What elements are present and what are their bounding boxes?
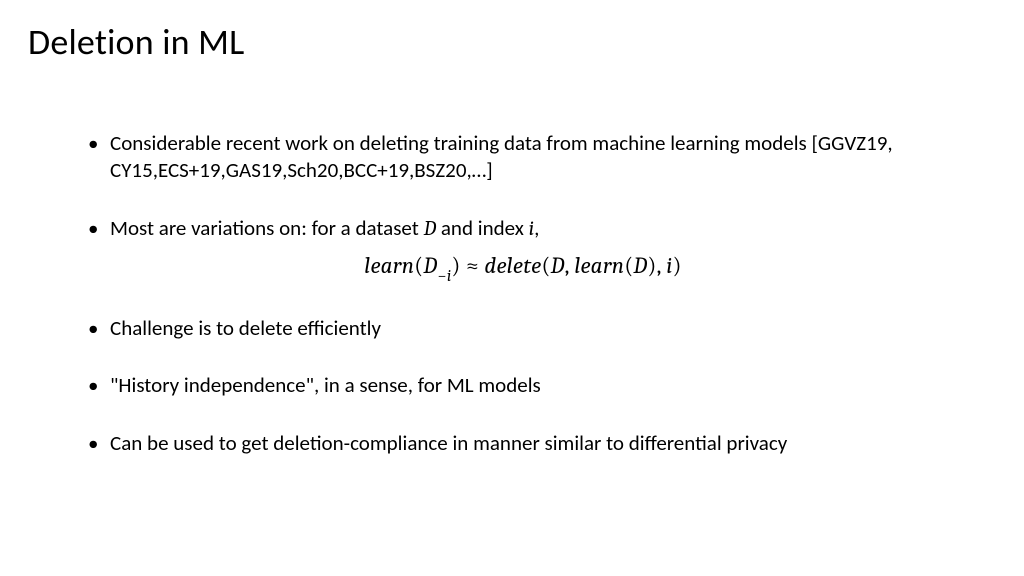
eq-subscript: −i xyxy=(437,267,451,286)
eq-paren: ( xyxy=(541,252,550,279)
bullet-item: Considerable recent work on deleting tra… xyxy=(88,130,958,185)
eq-paren: ( xyxy=(414,252,423,279)
eq-comma: , xyxy=(565,252,575,279)
eq-approx: ≈ xyxy=(461,252,485,279)
eq-paren: ) xyxy=(647,252,656,279)
eq-var-d: D xyxy=(633,252,647,279)
bullet-list: Considerable recent work on deleting tra… xyxy=(88,130,958,457)
eq-learn: learn xyxy=(364,252,414,279)
eq-learn: learn xyxy=(574,252,624,279)
slide-title: Deletion in ML xyxy=(28,20,244,64)
bullet-text: Challenge is to delete efficiently xyxy=(110,315,381,341)
bullet-item: Challenge is to delete efficiently xyxy=(88,315,958,342)
bullet-item: Most are variations on: for a dataset D … xyxy=(88,215,958,285)
bullet-text: Most are variations on: for a dataset xyxy=(110,215,424,241)
eq-var-d: D xyxy=(423,252,437,279)
bullet-text: "History independence", in a sense, for … xyxy=(110,372,541,398)
bullet-text: Can be used to get deletion-compliance i… xyxy=(110,430,787,456)
bullet-text: and index xyxy=(436,215,528,241)
slide: Deletion in ML Considerable recent work … xyxy=(0,0,1024,576)
equation: learn(D−i) ≈ delete(D, learn(D), i) xyxy=(88,251,958,285)
eq-delete: delete xyxy=(484,252,541,279)
eq-comma: , xyxy=(657,252,667,279)
slide-body: Considerable recent work on deleting tra… xyxy=(88,130,958,487)
bullet-text: , xyxy=(534,215,539,241)
eq-var-d: D xyxy=(551,252,565,279)
math-var-d: D xyxy=(424,217,437,241)
bullet-item: "History independence", in a sense, for … xyxy=(88,372,958,399)
eq-paren: ) xyxy=(673,252,682,279)
bullet-item: Can be used to get deletion-compliance i… xyxy=(88,430,958,457)
bullet-text: Considerable recent work on deleting tra… xyxy=(110,130,893,183)
eq-paren: ) xyxy=(452,252,461,279)
